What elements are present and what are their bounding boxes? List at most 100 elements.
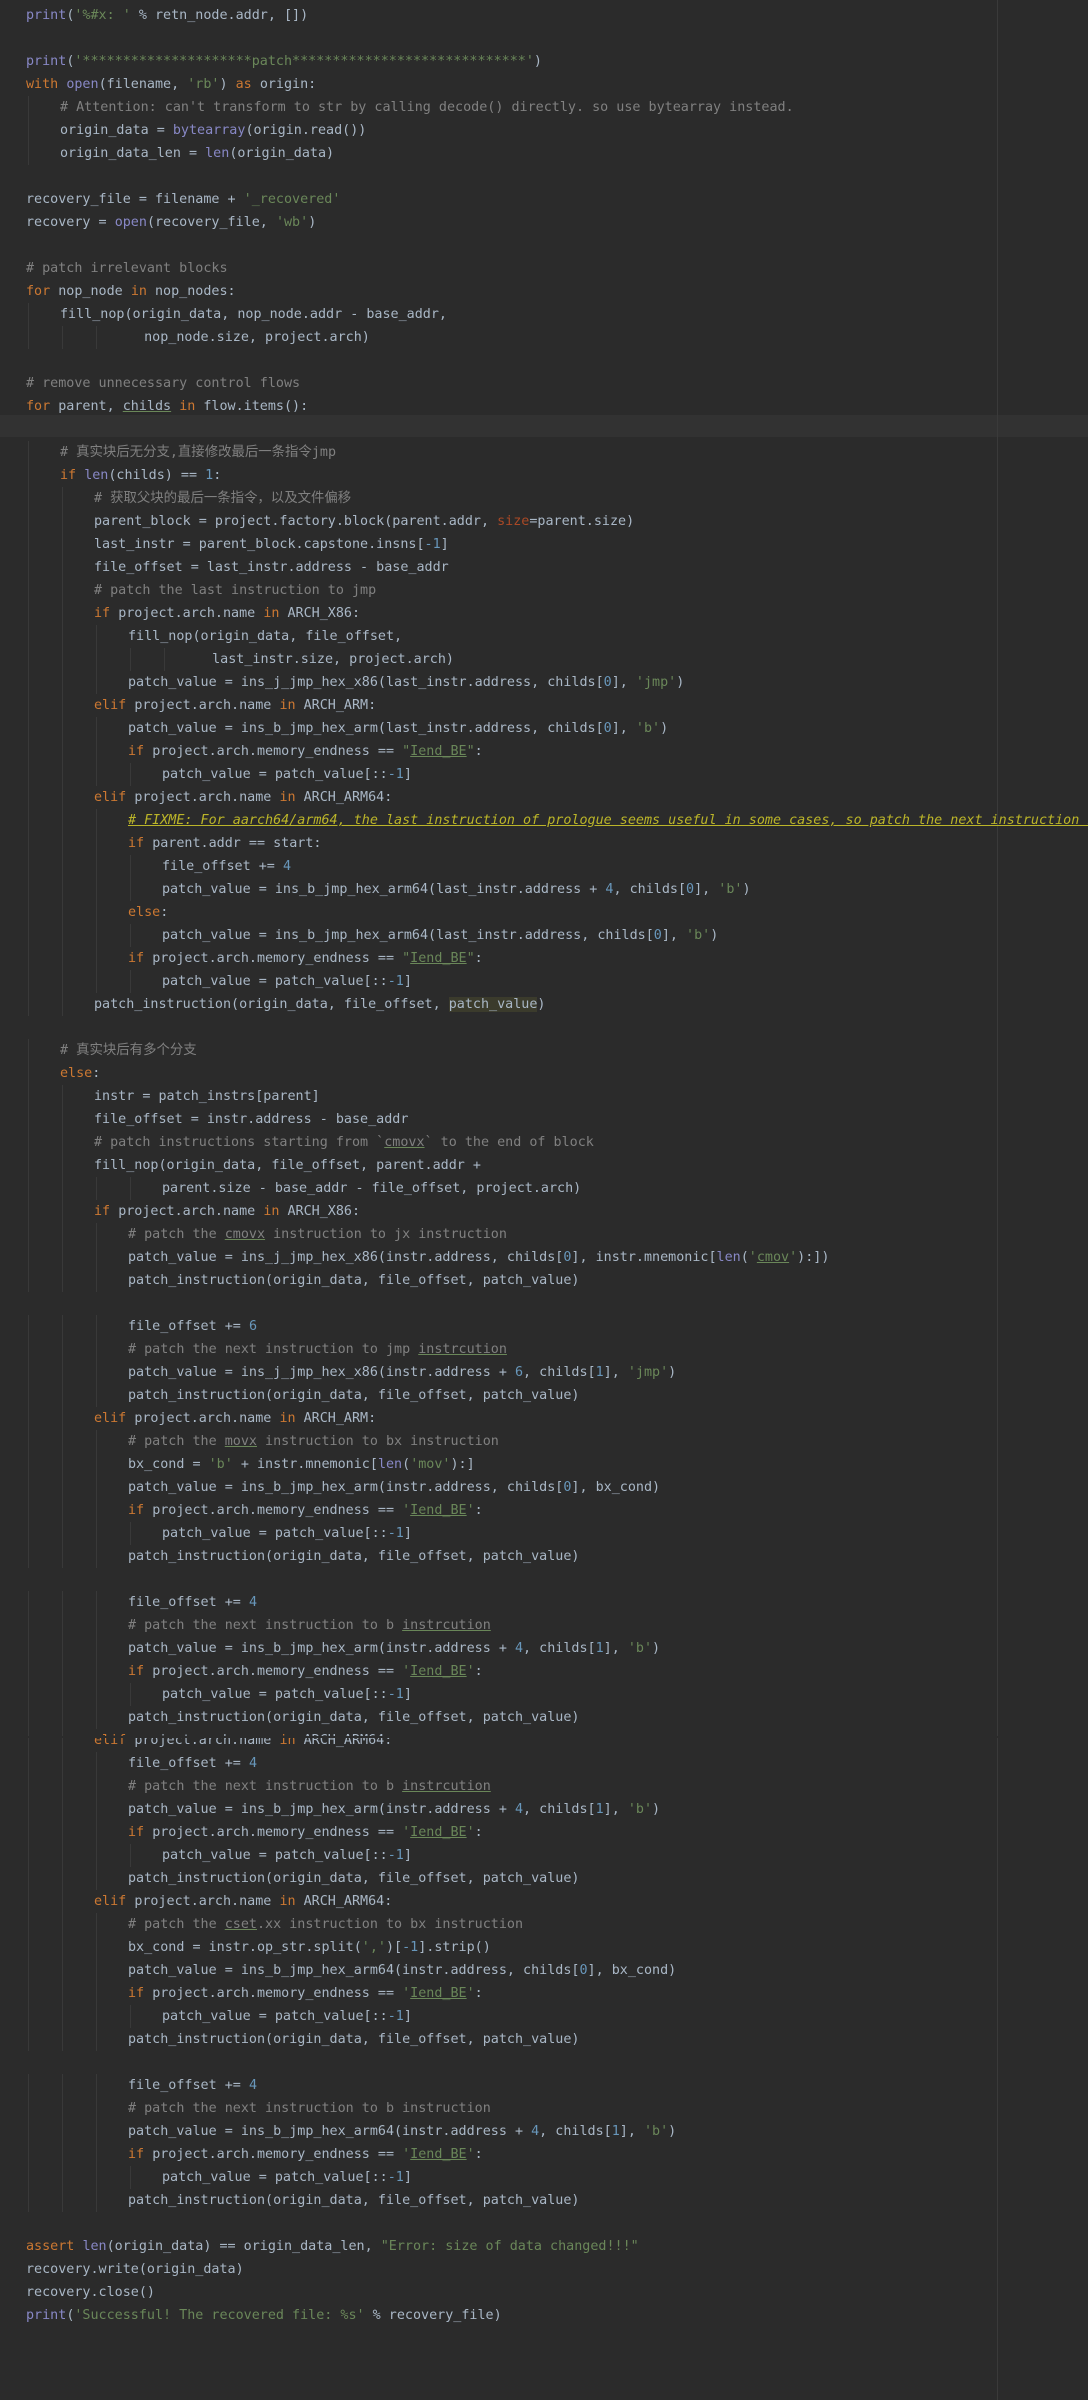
code-line[interactable]: # patch instructions starting from `cmov… bbox=[94, 1131, 594, 1154]
code-token: # patch the next instruction to jmp bbox=[128, 1342, 419, 1357]
code-line[interactable]: # 获取父块的最后一条指令，以及文件偏移 bbox=[94, 487, 351, 510]
code-line[interactable]: parent_block = project.factory.block(par… bbox=[94, 510, 634, 533]
code-line[interactable]: assert len(origin_data) == origin_data_l… bbox=[26, 2235, 639, 2258]
code-token: file_offset += bbox=[128, 1756, 249, 1771]
code-line[interactable]: patch_value = ins_j_jmp_hex_x86(last_ins… bbox=[128, 671, 684, 694]
code-line[interactable]: last_instr = parent_block.capstone.insns… bbox=[94, 533, 449, 556]
code-line[interactable]: if project.arch.memory_endness == "Iend_… bbox=[128, 740, 483, 763]
code-line[interactable]: if project.arch.memory_endness == "Iend_… bbox=[128, 947, 483, 970]
code-line[interactable]: recovery.close() bbox=[26, 2281, 155, 2304]
code-line[interactable]: print('*********************patch*******… bbox=[26, 50, 542, 73]
code-line[interactable]: patch_instruction(origin_data, file_offs… bbox=[128, 2189, 579, 2212]
code-line[interactable]: patch_value = ins_b_jmp_hex_arm(instr.ad… bbox=[128, 1798, 660, 1821]
code-line[interactable]: patch_instruction(origin_data, file_offs… bbox=[94, 993, 545, 1016]
code-line[interactable]: origin_data = bytearray(origin.read()) bbox=[60, 119, 366, 142]
code-line[interactable]: if parent.addr == start: bbox=[128, 832, 322, 855]
code-line[interactable]: last_instr.size, project.arch) bbox=[196, 648, 454, 671]
code-line[interactable]: origin_data_len = len(origin_data) bbox=[60, 142, 334, 165]
code-line[interactable]: elif project.arch.name in ARCH_ARM64: bbox=[94, 1890, 392, 1913]
indent-guide bbox=[62, 901, 63, 924]
code-line[interactable]: for parent, childs in flow.items(): bbox=[26, 395, 308, 418]
code-line[interactable]: if len(childs) == 1: bbox=[60, 464, 221, 487]
code-line[interactable]: if project.arch.name in ARCH_X86: bbox=[94, 602, 360, 625]
code-line[interactable]: elif project.arch.name in ARCH_ARM: bbox=[94, 1407, 376, 1430]
code-line[interactable]: if project.arch.name in ARCH_X86: bbox=[94, 1200, 360, 1223]
code-token: ' bbox=[466, 1503, 475, 1518]
code-line[interactable]: patch_instruction(origin_data, file_offs… bbox=[128, 1867, 579, 1890]
code-line[interactable]: if project.arch.memory_endness == 'Iend_… bbox=[128, 1499, 483, 1522]
code-line[interactable]: with open(filename, 'rb') as origin: bbox=[26, 73, 316, 96]
code-line[interactable]: recovery_file = filename + '_recovered' bbox=[26, 188, 340, 211]
code-line[interactable]: file_offset += 4 bbox=[128, 1752, 257, 1775]
code-line[interactable]: if project.arch.memory_endness == 'Iend_… bbox=[128, 2143, 483, 2166]
code-line[interactable]: patch_value = patch_value[::-1] bbox=[162, 1683, 412, 1706]
code-line[interactable]: parent.size - base_addr - file_offset, p… bbox=[162, 1177, 581, 1200]
code-line[interactable]: file_offset += 4 bbox=[128, 1591, 257, 1614]
code-line[interactable]: file_offset += 4 bbox=[128, 2074, 257, 2097]
code-line[interactable]: patch_value = ins_b_jmp_hex_arm64(instr.… bbox=[128, 2120, 676, 2143]
code-line[interactable]: file_offset = last_instr.address - base_… bbox=[94, 556, 449, 579]
code-line[interactable]: elif project.arch.name in ARCH_ARM64: bbox=[94, 786, 392, 809]
code-line[interactable]: nop_node.size, project.arch) bbox=[128, 326, 370, 349]
code-line[interactable]: else: bbox=[128, 901, 168, 924]
code-line[interactable]: patch_value = ins_b_jmp_hex_arm(instr.ad… bbox=[128, 1637, 660, 1660]
code-line[interactable]: if project.arch.memory_endness == 'Iend_… bbox=[128, 1821, 483, 1844]
code-line[interactable]: # 真实块后无分支,直接修改最后一条指令jmp bbox=[60, 441, 336, 464]
code-line[interactable]: patch_instruction(origin_data, file_offs… bbox=[128, 2028, 579, 2051]
code-line[interactable]: # 真实块后有多个分支 bbox=[60, 1039, 197, 1062]
code-line[interactable]: # patch the movx instruction to bx instr… bbox=[128, 1430, 499, 1453]
code-line[interactable]: recovery.write(origin_data) bbox=[26, 2258, 244, 2281]
code-line[interactable]: recovery = open(recovery_file, 'wb') bbox=[26, 211, 316, 234]
code-line[interactable]: patch_value = ins_b_jmp_hex_arm(instr.ad… bbox=[128, 1476, 660, 1499]
code-line[interactable]: patch_value = ins_b_jmp_hex_arm64(last_i… bbox=[162, 924, 718, 947]
code-line[interactable]: fill_nop(origin_data, file_offset, bbox=[128, 625, 402, 648]
code-line[interactable]: # patch irrelevant blocks bbox=[26, 257, 228, 280]
code-line[interactable]: patch_value = patch_value[::-1] bbox=[162, 2005, 412, 2028]
code-line[interactable]: print('%#x: ' % retn_node.addr, []) bbox=[26, 4, 308, 27]
code-line[interactable]: instr = patch_instrs[parent] bbox=[94, 1085, 320, 1108]
code-line[interactable]: # patch the last instruction to jmp bbox=[94, 579, 376, 602]
code-line[interactable]: patch_value = ins_b_jmp_hex_arm(last_ins… bbox=[128, 717, 668, 740]
code-line[interactable]: patch_value = ins_j_jmp_hex_x86(instr.ad… bbox=[128, 1361, 676, 1384]
code-line[interactable]: fill_nop(origin_data, file_offset, paren… bbox=[94, 1154, 481, 1177]
code-line[interactable]: file_offset += 6 bbox=[128, 1315, 257, 1338]
code-line[interactable]: patch_value = ins_b_jmp_hex_arm64(instr.… bbox=[128, 1959, 676, 1982]
code-line[interactable]: if project.arch.memory_endness == 'Iend_… bbox=[128, 1982, 483, 2005]
code-line[interactable]: for nop_node in nop_nodes: bbox=[26, 280, 236, 303]
code-line[interactable]: patch_instruction(origin_data, file_offs… bbox=[128, 1384, 579, 1407]
code-line[interactable]: if project.arch.memory_endness == 'Iend_… bbox=[128, 1660, 483, 1683]
code-line[interactable]: patch_value = patch_value[::-1] bbox=[162, 970, 412, 993]
indent-guide bbox=[62, 763, 63, 786]
code-line[interactable]: file_offset = instr.address - base_addr bbox=[94, 1108, 408, 1131]
code-line[interactable]: patch_value = ins_j_jmp_hex_x86(instr.ad… bbox=[128, 1246, 829, 1269]
code-line[interactable]: else: bbox=[60, 1062, 100, 1085]
code-line[interactable]: bx_cond = 'b' + instr.mnemonic[len('mov'… bbox=[128, 1453, 475, 1476]
code-line[interactable]: f __name__ == '__main__': bbox=[0, 2396, 202, 2400]
code-line[interactable]: fill_nop(origin_data, nop_node.addr - ba… bbox=[60, 303, 447, 326]
code-line[interactable]: print('Successful! The recovered file: %… bbox=[26, 2304, 502, 2327]
code-line[interactable]: # patch the next instruction to b instru… bbox=[128, 2097, 491, 2120]
code-line[interactable]: # patch the next instruction to jmp inst… bbox=[128, 1338, 507, 1361]
code-line[interactable]: patch_value = patch_value[::-1] bbox=[162, 763, 412, 786]
code-line[interactable]: # Attention: can't transform to str by c… bbox=[60, 96, 794, 119]
code-line[interactable]: # remove unnecessary control flows bbox=[26, 372, 300, 395]
code-line[interactable]: patch_value = patch_value[::-1] bbox=[162, 2166, 412, 2189]
code-line[interactable]: patch_instruction(origin_data, file_offs… bbox=[128, 1706, 579, 1729]
code-line[interactable]: patch_instruction(origin_data, file_offs… bbox=[128, 1269, 579, 1292]
code-line[interactable]: patch_value = patch_value[::-1] bbox=[162, 1522, 412, 1545]
code-line[interactable]: elif project.arch.name in ARCH_ARM: bbox=[94, 694, 376, 717]
code-line[interactable]: bx_cond = instr.op_str.split(',')[-1].st… bbox=[128, 1936, 491, 1959]
code-line[interactable]: # patch the cmovx instruction to jx inst… bbox=[128, 1223, 507, 1246]
code-line[interactable]: elif project.arch.name in ARCH_ARM64: bbox=[94, 1729, 392, 1752]
code-line[interactable]: patch_value = ins_b_jmp_hex_arm64(last_i… bbox=[162, 878, 751, 901]
code-line[interactable]: file_offset += 4 bbox=[162, 855, 291, 878]
code-line[interactable]: # patch the cset.xx instruction to bx in… bbox=[128, 1913, 523, 1936]
code-line[interactable]: patch_instruction(origin_data, file_offs… bbox=[128, 1545, 579, 1568]
code-editor[interactable]: print('%#x: ' % retn_node.addr, []) print… bbox=[0, 0, 1088, 2400]
indent-guide bbox=[28, 1200, 29, 1223]
code-line[interactable]: # patch the next instruction to b instrc… bbox=[128, 1775, 491, 1798]
code-line[interactable]: # patch the next instruction to b instrc… bbox=[128, 1614, 491, 1637]
code-line[interactable]: patch_value = patch_value[::-1] bbox=[162, 1844, 412, 1867]
code-line[interactable]: # FIXME: For aarch64/arm64, the last ins… bbox=[128, 809, 1088, 832]
code-token: ], bbox=[619, 2124, 644, 2139]
